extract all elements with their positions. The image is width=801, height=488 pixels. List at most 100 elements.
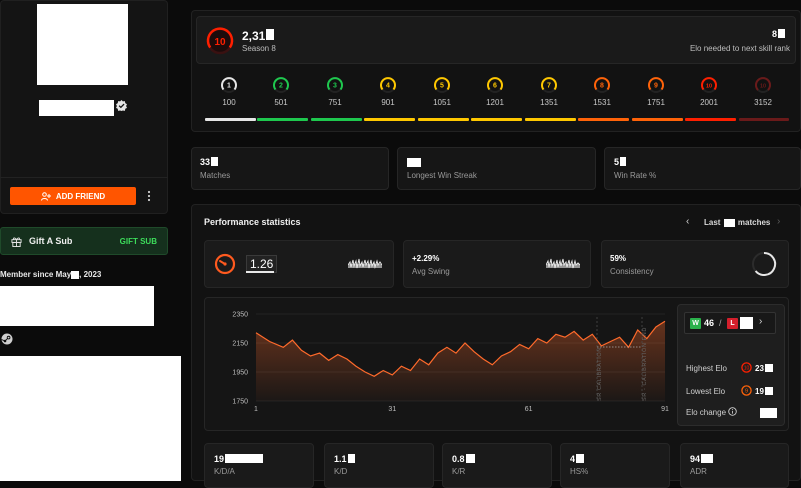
verified-icon (116, 100, 127, 111)
highest-elo-level-icon: 10 (741, 362, 752, 373)
skill-level-icon: 4 (379, 76, 397, 94)
win-streak-card (397, 147, 596, 190)
skill-level-icon: 5 (433, 76, 451, 94)
skill-rank-3: 3 751 (310, 76, 360, 107)
win-streak-label: Longest Win Streak (407, 171, 477, 180)
skill-rank-elo: 501 (274, 98, 288, 107)
steam-icon[interactable] (1, 333, 13, 345)
skill-level-icon: 2 (272, 76, 290, 94)
skill-rank-bar (525, 118, 576, 121)
gift-sub-button[interactable]: GIFT SUB (120, 237, 157, 246)
season-label: Season 8 (242, 44, 276, 53)
skill-rank-bar (632, 118, 683, 121)
losses-badge: L (727, 318, 738, 329)
skill-rank-bar (685, 118, 736, 121)
more-options-icon[interactable] (146, 190, 152, 202)
matches-card (191, 147, 389, 190)
skill-rank-10: 10 2001 (684, 76, 734, 107)
stat-value-redacted (576, 454, 585, 463)
skill-rank-bar (578, 118, 629, 121)
next-page-button[interactable]: › (777, 216, 780, 227)
stat-card: 0.8 K/R (442, 443, 552, 488)
skill-rank-bar (205, 118, 256, 121)
elo-change-value-redacted (760, 408, 777, 418)
x-tick-label: 1 (254, 406, 258, 413)
elo-change-label: Elo change (686, 408, 727, 417)
elo-header (196, 16, 796, 64)
skill-rank-elo: 1531 (593, 98, 611, 107)
lowest-elo-value: 19 (755, 387, 773, 396)
stat-label: K/R (452, 467, 466, 476)
win-rate-label: Win Rate % (614, 171, 657, 180)
y-tick-label: 1750 (232, 399, 248, 406)
stat-value: 4 (570, 454, 585, 464)
skill-level-icon: 10 (754, 76, 772, 94)
skill-level-number: 2 (279, 83, 283, 90)
gift-icon (11, 236, 22, 247)
skill-level-number: 9 (654, 83, 658, 90)
skill-level-number: 5 (440, 83, 444, 90)
performance-title: Performance statistics (204, 217, 301, 227)
skill-rank-bar (418, 118, 469, 121)
skill-level-number: 10 (214, 37, 226, 48)
skill-level-number: 10 (706, 84, 712, 90)
skill-rank-bar (257, 118, 308, 121)
stat-value-text: 1.1 (334, 454, 347, 464)
skill-level-10-icon: 10 (206, 27, 234, 55)
svg-text:9: 9 (745, 389, 748, 395)
wins-badge: W (690, 318, 701, 329)
y-tick-label: 2350 (232, 312, 248, 319)
elo-history-chart: 2350 2150 1950 1750 1 31 61 91 SR CALIBRATION S… (232, 312, 669, 414)
member-since: Member since May, 2023 (0, 270, 102, 279)
avg-swing-sparkline-icon (546, 255, 580, 273)
skill-level-icon: 3 (326, 76, 344, 94)
skill-level-icon: 6 (486, 76, 504, 94)
skill-rank-1: 1 100 (204, 76, 254, 107)
skill-rank-elo: 1201 (486, 98, 504, 107)
gift-sub-banner[interactable]: Gift A Sub GIFT SUB (0, 227, 168, 255)
skill-rank-elo: 3152 (754, 98, 772, 107)
skill-rank-11: 10 3152 (738, 76, 788, 107)
win-streak-value-redacted (407, 158, 421, 167)
stat-value-text: 4 (570, 454, 576, 464)
prev-page-button[interactable]: ‹ (686, 216, 689, 227)
y-tick-label: 2150 (232, 341, 248, 348)
avg-swing-value: +2.29% (412, 254, 440, 263)
elo-area (256, 321, 665, 401)
member-day-redacted (71, 270, 80, 279)
consistency-value: 59% (610, 254, 627, 263)
skill-rank-elo: 751 (328, 98, 342, 107)
elo-value: 2,31 (242, 29, 275, 43)
skill-level-number: 7 (547, 83, 551, 90)
wins-value: 46 (704, 318, 715, 328)
skill-level-icon: 9 (647, 76, 665, 94)
record-expand-icon[interactable]: › (759, 316, 762, 327)
avatar (37, 4, 128, 85)
win-rate-value: 5 (614, 157, 627, 167)
stat-card: 19 K/D/A (204, 443, 314, 488)
last-matches-selector[interactable]: Last matches (704, 218, 770, 227)
info-icon[interactable] (728, 407, 737, 416)
stat-label: HS% (570, 467, 589, 476)
matches-label: Matches (200, 171, 231, 180)
consistency-ring-icon (750, 250, 778, 278)
add-user-icon (40, 191, 51, 201)
stat-value-text: 94 (690, 454, 701, 464)
avg-swing-label: Avg Swing (412, 267, 450, 276)
add-friend-button[interactable]: ADD FRIEND (10, 187, 136, 205)
stat-card: 4 HS% (560, 443, 670, 488)
username (39, 100, 114, 116)
stat-value-redacted (225, 454, 264, 463)
losses-value-redacted (740, 317, 753, 329)
skill-rank-8: 8 1531 (577, 76, 627, 107)
stat-value-redacted (347, 454, 355, 463)
skill-level-number: 3 (333, 83, 337, 90)
skill-level-number: 8 (600, 83, 604, 90)
skill-rank-4: 4 901 (363, 76, 413, 107)
profile-detail-block (0, 356, 181, 481)
skill-rank-6: 6 1201 (470, 76, 520, 107)
skill-rank-2: 2 501 (256, 76, 306, 107)
elo-needed-value: 8 (772, 29, 786, 39)
skill-rank-elo: 2001 (700, 98, 718, 107)
skill-rank-bar (739, 118, 789, 121)
